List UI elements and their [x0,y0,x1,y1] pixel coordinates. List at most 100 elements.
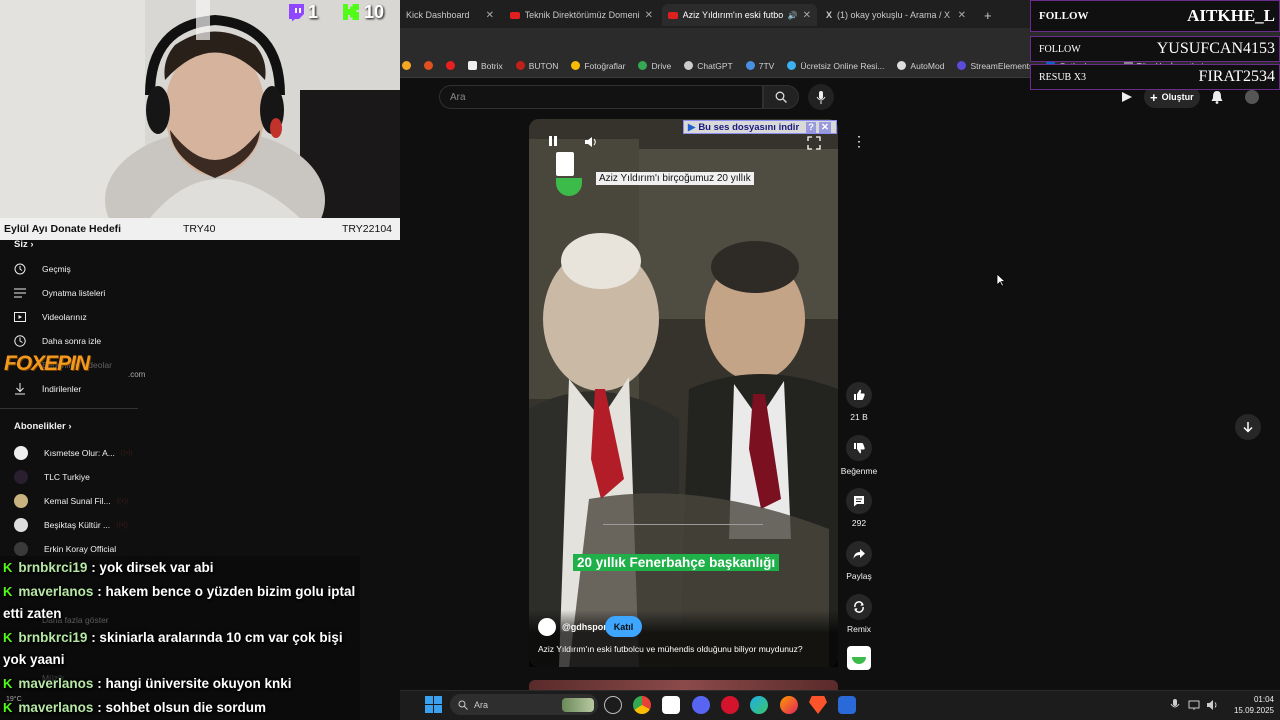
microphone-icon [816,90,826,104]
volume-button[interactable] [584,135,598,149]
network-icon[interactable] [1188,698,1200,710]
youtube-icon [510,11,520,19]
next-short-button[interactable] [1235,414,1261,440]
speaker-icon[interactable] [1206,698,1218,710]
sidebar-sub-besiktas[interactable]: Beşiktaş Kültür ... ((•)) [14,518,128,532]
player-info-gradient [529,610,838,667]
sidebar-item-playlists[interactable]: Oynatma listeleri [14,287,105,299]
more-options-button[interactable]: ⋮ [852,134,866,150]
sidebar-section-you[interactable]: Siz › [14,239,34,250]
bookmark-fotograflar[interactable]: Fotoğraflar [571,61,625,71]
new-tab-button[interactable]: + [978,4,998,26]
chat-message: Kbrnbkrci19 : skiniarla aralarında 10 cm… [3,630,343,645]
search-icon [775,91,787,103]
channel-avatar [14,446,28,460]
audio-source-thumbnail[interactable] [847,646,871,670]
remix-button[interactable] [846,594,872,620]
discord-icon[interactable] [692,696,710,714]
channel-handle[interactable]: @gdhspor [562,622,607,632]
comment-count: 292 [851,518,867,528]
kick-extension-icon[interactable] [1120,90,1134,104]
sidebar-sub-kemal-sunal[interactable]: Kemal Sunal Fil... ((•)) [14,494,128,508]
bookmark-streamelements[interactable]: StreamElements [957,61,1033,71]
bookmark-chatgpt[interactable]: ChatGPT [684,61,733,71]
obs-app-icon[interactable] [662,696,680,714]
search-input[interactable]: Ara [439,85,763,109]
chrome-icon[interactable] [633,696,651,714]
search-icon [458,700,468,710]
bookmark-icon-1[interactable] [402,61,411,70]
channel-avatar [14,518,28,532]
sidebar-item-downloads[interactable]: İndirilenler [14,383,81,395]
bookmark-drive[interactable]: Drive [638,61,671,71]
system-clock[interactable]: 01:04 15.09.2025 [1226,694,1274,716]
close-tab-icon[interactable]: ✕ [958,10,966,21]
sponsor-logo: FOXEPIN [4,352,90,375]
voice-search-button[interactable] [808,84,834,110]
close-tab-icon[interactable]: ✕ [803,10,811,21]
video-icon [14,312,26,322]
windows-start-icon[interactable] [425,696,442,713]
opera-icon[interactable] [721,696,739,714]
bookmark-online-resim[interactable]: Ücretsiz Online Resi... [787,61,884,71]
bookmark-automod[interactable]: AutoMod [897,61,944,71]
sidebar-section-subscriptions[interactable]: Abonelikler › [14,421,72,432]
chat-message: Kbrnbkrci19 : yok dirsek var abi [3,560,214,575]
like-button[interactable] [846,382,872,408]
play-triangle-icon: ▶ [688,121,696,133]
share-button[interactable] [846,541,872,567]
close-tab-icon[interactable]: ✕ [645,10,653,21]
sidebar-item-your-videos[interactable]: Videolarınız [14,311,87,323]
channel-avatar [14,470,28,484]
sidebar-sub-kismetse[interactable]: Kısmetse Olur: A... ((•)) [14,446,133,460]
tab-aziz-yildirim[interactable]: Aziz Yıldırım'ın eski futbolc 🔊 ✕ [662,4,817,26]
firefox-icon[interactable] [780,696,798,714]
search-button[interactable] [763,85,799,109]
avatar[interactable] [1245,90,1259,104]
tab-teknik-direktor[interactable]: Teknik Direktörümüz Domenico ✕ [504,4,659,26]
gdh-spor-watermark [556,152,584,204]
notifications-button[interactable] [1211,90,1223,109]
kick-icon [342,3,360,21]
pause-button[interactable] [546,134,560,148]
download-audio-bar[interactable]: ▶ Bu ses dosyasını indir ? ✕ [683,120,837,134]
chat-message-continued: etti zaten [3,606,62,621]
recent-events-panel: FOLLOW AITKHE_L FOLLOW YUSUFCAN4153 RESU… [1030,0,1280,90]
next-short-preview[interactable] [529,680,838,690]
plus-icon: + [1150,89,1158,105]
tab-kick-dashboard[interactable]: Kick Dashboard ✕ [400,4,500,26]
kick-badge-icon: K [3,630,13,645]
sidebar-item-history[interactable]: Geçmiş [14,263,71,275]
streamer-camera-image [0,0,400,218]
bookmark-botrix[interactable]: Botrix [468,61,503,71]
kick-badge-icon: K [3,676,13,691]
fullscreen-button[interactable] [807,136,821,150]
tab-x-search[interactable]: X (1) okay yokuşlu - Arama / X ✕ [820,4,972,26]
weather-temperature[interactable]: 19°C [6,696,22,703]
channel-avatar[interactable] [538,618,556,636]
close-icon[interactable]: ✕ [818,121,831,133]
edge-icon[interactable] [750,696,768,714]
download-icon [15,383,25,395]
microphone-tray-icon[interactable] [1170,698,1180,710]
webcam-feed [0,0,400,218]
app-icon[interactable] [838,696,856,714]
close-tab-icon[interactable]: ✕ [486,10,494,21]
sidebar-sub-erkin-koray[interactable]: Erkin Koray Official [14,542,116,556]
join-button[interactable]: Katıl [605,616,642,637]
sidebar-item-watch-later[interactable]: Daha sonra izle [14,335,101,347]
channel-avatar [14,542,28,556]
bookmark-icon-2[interactable] [424,61,433,70]
taskview-icon[interactable] [604,696,622,714]
donation-current: TRY40 [183,223,216,235]
sidebar-sub-tlc[interactable]: TLC Turkiye [14,470,90,484]
video-description[interactable]: Aziz Yıldırım'ın eski futbolcu ve mühend… [538,644,803,654]
dislike-button[interactable] [846,435,872,461]
bookmark-icon-3[interactable] [446,61,455,70]
comments-button[interactable] [846,488,872,514]
taskbar-search[interactable]: Ara [450,694,598,715]
help-icon[interactable]: ? [806,121,816,133]
bookmark-7tv[interactable]: 7TV [745,61,774,71]
bookmark-buton[interactable]: BUTON [515,61,558,71]
speaker-icon[interactable]: 🔊 [788,11,798,20]
